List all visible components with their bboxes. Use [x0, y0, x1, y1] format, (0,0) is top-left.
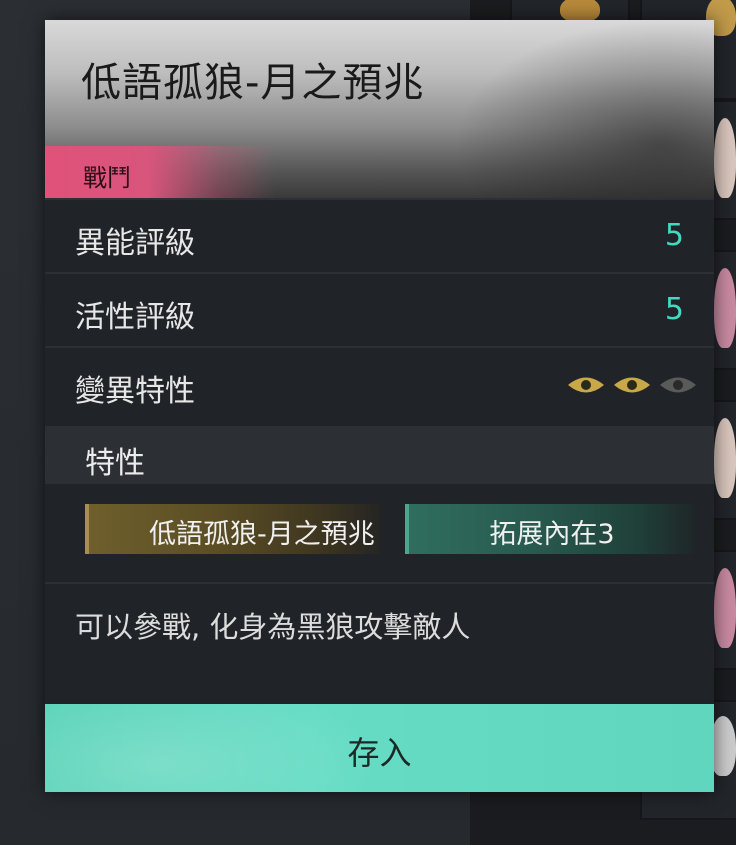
trait-chip-label: 低語孤狼-月之預兆	[149, 519, 375, 550]
traits-heading: 特性	[85, 446, 145, 481]
item-header: 低語孤狼-月之預兆 戰鬥	[45, 20, 714, 198]
trait-chip-expand[interactable]: 拓展內在3	[405, 504, 695, 554]
mutation-eyes	[566, 374, 698, 396]
doll-icon	[714, 418, 736, 498]
category-tag: 戰鬥	[45, 146, 275, 198]
save-button[interactable]: 存入	[45, 704, 714, 792]
stat-label: 異能評級	[75, 226, 195, 261]
save-button-label: 存入	[347, 734, 412, 772]
eye-icon-active	[612, 374, 652, 396]
item-description: 可以參戰, 化身為黑狼攻擊敵人	[45, 582, 714, 698]
stat-value: 5	[664, 292, 684, 327]
stat-row-ability-rating: 異能評級 5	[45, 198, 714, 272]
eye-icon-active	[566, 374, 606, 396]
stat-value: 5	[664, 218, 684, 253]
doll-icon	[560, 0, 600, 22]
stat-label: 變異特性	[75, 374, 195, 409]
doll-icon	[714, 568, 736, 648]
traits-list: 低語孤狼-月之預兆 拓展內在3	[45, 484, 714, 580]
eye-icon-inactive	[658, 374, 698, 396]
description-text: 可以參戰, 化身為黑狼攻擊敵人	[75, 610, 471, 644]
item-title: 低語孤狼-月之預兆	[81, 60, 425, 106]
stat-row-mutation-traits: 變異特性	[45, 346, 714, 426]
item-detail-panel: 低語孤狼-月之預兆 戰鬥 異能評級 5 活性評級 5 變異特性 特性 低語孤狼-…	[45, 20, 714, 792]
stat-label: 活性評級	[75, 300, 195, 335]
doll-icon	[714, 118, 736, 198]
category-tag-label: 戰鬥	[83, 164, 131, 192]
traits-section-header: 特性	[45, 426, 714, 484]
doll-icon	[714, 268, 736, 348]
trait-chip-wolf[interactable]: 低語孤狼-月之預兆	[85, 504, 381, 554]
stat-row-activity-rating: 活性評級 5	[45, 272, 714, 346]
trait-chip-label: 拓展內在3	[489, 519, 615, 550]
